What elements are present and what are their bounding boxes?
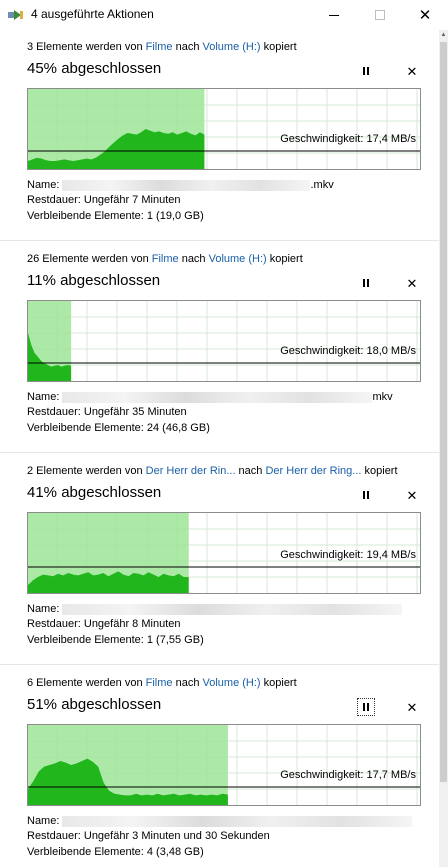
remaining-time-value: Ungefähr 8 Minuten bbox=[83, 618, 181, 630]
pause-icon bbox=[363, 279, 369, 287]
remaining-time-value: Ungefähr 35 Minuten bbox=[83, 406, 187, 418]
vertical-scrollbar[interactable]: ▲ bbox=[439, 30, 448, 867]
speed-graph: Geschwindigkeit: 19,4 MB/s bbox=[27, 512, 421, 594]
operation-separator bbox=[0, 664, 439, 665]
close-icon: ✕ bbox=[406, 487, 418, 503]
progress-percent: 11% abgeschlossen bbox=[27, 272, 161, 289]
progress-percent: 45% abgeschlossen bbox=[27, 60, 162, 77]
operation-description: 6 Elemente werden von Filme nach Volume … bbox=[27, 677, 297, 689]
operation-separator bbox=[0, 452, 439, 453]
name-label: Name: bbox=[27, 391, 60, 403]
maximize-button[interactable] bbox=[357, 0, 403, 30]
speed-label: Geschwindigkeit: 19,4 MB/s bbox=[280, 549, 416, 561]
remaining-time-row: Restdauer: Ungefähr 8 Minuten bbox=[27, 618, 181, 630]
blurred-filename bbox=[62, 603, 403, 615]
minimize-icon bbox=[329, 14, 339, 16]
close-icon: ✕ bbox=[418, 6, 432, 24]
pause-icon bbox=[363, 703, 369, 711]
file-name-row: Name: mkv bbox=[27, 391, 393, 403]
window-title: 4 ausgeführte Aktionen bbox=[31, 7, 154, 21]
remaining-items-row: Verbleibende Elemente: 1 (19,0 GB) bbox=[27, 210, 204, 222]
pause-icon bbox=[363, 67, 369, 75]
remaining-items-value: 24 (46,8 GB) bbox=[146, 422, 210, 434]
cancel-button[interactable]: ✕ bbox=[403, 62, 421, 80]
source-link[interactable]: Filme bbox=[152, 253, 179, 265]
cancel-button[interactable]: ✕ bbox=[403, 274, 421, 292]
speed-graph: Geschwindigkeit: 18,0 MB/s bbox=[27, 300, 421, 382]
title-bar: 4 ausgeführte Aktionen ✕ bbox=[0, 0, 448, 30]
cancel-button[interactable]: ✕ bbox=[403, 698, 421, 716]
operation-description: 3 Elemente werden von Filme nach Volume … bbox=[27, 41, 297, 53]
file-extension: mkv bbox=[372, 391, 393, 403]
maximize-icon bbox=[375, 10, 385, 20]
speed-graph: Geschwindigkeit: 17,7 MB/s bbox=[27, 724, 421, 806]
destination-link[interactable]: Der Herr der Ring... bbox=[265, 465, 361, 477]
remaining-items-row: Verbleibende Elemente: 1 (7,55 GB) bbox=[27, 634, 204, 646]
pause-button[interactable] bbox=[357, 62, 375, 80]
remaining-items-label: Verbleibende Elemente: bbox=[27, 846, 144, 858]
progress-percent: 41% abgeschlossen bbox=[27, 484, 162, 501]
remaining-time-row: Restdauer: Ungefähr 35 Minuten bbox=[27, 406, 187, 418]
copy-app-icon bbox=[8, 10, 23, 20]
operation-description: 26 Elemente werden von Filme nach Volume… bbox=[27, 253, 303, 265]
remaining-time-value: Ungefähr 7 Minuten bbox=[83, 194, 181, 206]
source-link[interactable]: Filme bbox=[146, 677, 173, 689]
name-label: Name: bbox=[27, 815, 60, 827]
pause-icon bbox=[363, 491, 369, 499]
remaining-items-value: 1 (19,0 GB) bbox=[146, 210, 204, 222]
speed-prefix: Geschwindigkeit: bbox=[280, 133, 367, 145]
progress-percent: 51% abgeschlossen bbox=[27, 696, 162, 713]
graph-grid bbox=[28, 301, 420, 381]
destination-link[interactable]: Volume (H:) bbox=[209, 253, 267, 265]
operation-description: 2 Elemente werden von Der Herr der Rin..… bbox=[27, 465, 398, 477]
operation-separator bbox=[0, 240, 439, 241]
pause-button[interactable] bbox=[357, 486, 375, 504]
pause-button[interactable] bbox=[357, 274, 375, 292]
remaining-time-label: Restdauer: bbox=[27, 618, 81, 630]
speed-prefix: Geschwindigkeit: bbox=[280, 769, 367, 781]
blurred-filename bbox=[62, 815, 413, 827]
scroll-thumb[interactable] bbox=[440, 42, 447, 782]
close-button[interactable]: ✕ bbox=[402, 0, 448, 30]
remaining-items-label: Verbleibende Elemente: bbox=[27, 210, 144, 222]
blurred-filename bbox=[62, 391, 373, 403]
file-name-row: Name: bbox=[27, 815, 413, 827]
pause-button[interactable] bbox=[357, 698, 375, 716]
remaining-time-row: Restdauer: Ungefähr 7 Minuten bbox=[27, 194, 181, 206]
close-icon: ✕ bbox=[406, 699, 418, 715]
blurred-filename bbox=[62, 179, 311, 191]
speed-label: Geschwindigkeit: 17,7 MB/s bbox=[280, 769, 416, 781]
remaining-time-label: Restdauer: bbox=[27, 406, 81, 418]
remaining-items-row: Verbleibende Elemente: 4 (3,48 GB) bbox=[27, 846, 204, 858]
scroll-up-icon[interactable]: ▲ bbox=[439, 30, 448, 39]
remaining-items-value: 4 (3,48 GB) bbox=[146, 846, 204, 858]
remaining-items-row: Verbleibende Elemente: 24 (46,8 GB) bbox=[27, 422, 210, 434]
source-link[interactable]: Filme bbox=[146, 41, 173, 53]
speed-label: Geschwindigkeit: 18,0 MB/s bbox=[280, 345, 416, 357]
file-name-row: Name: .mkv bbox=[27, 179, 334, 191]
remaining-items-value: 1 (7,55 GB) bbox=[146, 634, 204, 646]
cancel-button[interactable]: ✕ bbox=[403, 486, 421, 504]
remaining-time-value: Ungefähr 3 Minuten und 30 Sekunden bbox=[83, 830, 270, 842]
remaining-time-row: Restdauer: Ungefähr 3 Minuten und 30 Sek… bbox=[27, 830, 270, 842]
file-extension: .mkv bbox=[310, 179, 334, 191]
remaining-items-label: Verbleibende Elemente: bbox=[27, 634, 144, 646]
speed-graph: Geschwindigkeit: 17,4 MB/s bbox=[27, 88, 421, 170]
close-icon: ✕ bbox=[406, 275, 418, 291]
remaining-time-label: Restdauer: bbox=[27, 830, 81, 842]
speed-prefix: Geschwindigkeit: bbox=[280, 549, 367, 561]
close-icon: ✕ bbox=[406, 63, 418, 79]
speed-prefix: Geschwindigkeit: bbox=[280, 345, 367, 357]
minimize-button[interactable] bbox=[311, 0, 357, 30]
speed-label: Geschwindigkeit: 17,4 MB/s bbox=[280, 133, 416, 145]
source-link[interactable]: Der Herr der Rin... bbox=[146, 465, 236, 477]
destination-link[interactable]: Volume (H:) bbox=[203, 41, 261, 53]
destination-link[interactable]: Volume (H:) bbox=[203, 677, 261, 689]
file-name-row: Name: bbox=[27, 603, 403, 615]
name-label: Name: bbox=[27, 179, 60, 191]
remaining-items-label: Verbleibende Elemente: bbox=[27, 422, 144, 434]
name-label: Name: bbox=[27, 603, 60, 615]
remaining-time-label: Restdauer: bbox=[27, 194, 81, 206]
